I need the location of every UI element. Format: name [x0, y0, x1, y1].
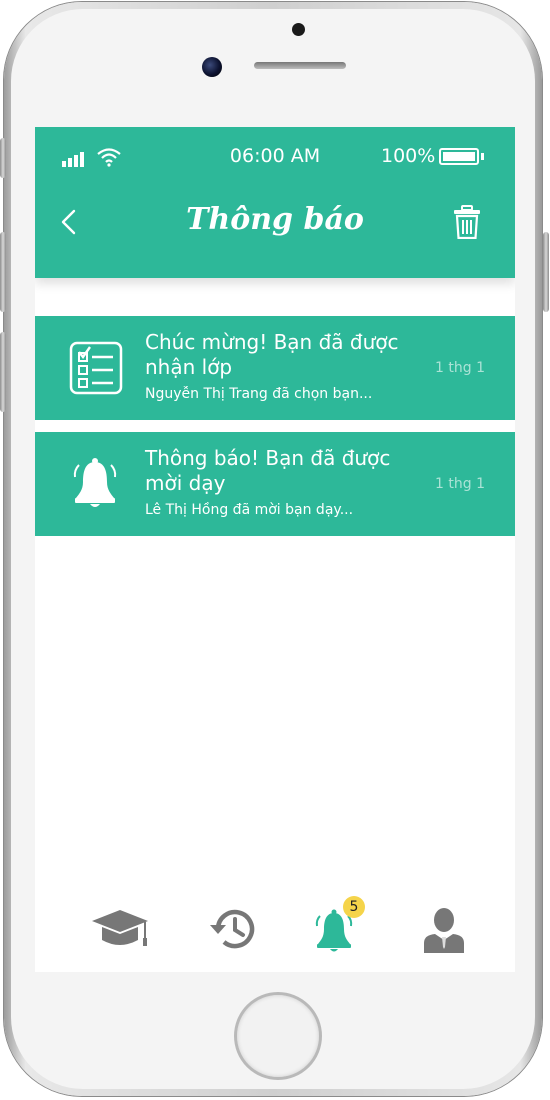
checklist-icon	[69, 341, 123, 395]
graduation-cap-icon	[92, 910, 148, 946]
notification-badge: 5	[343, 896, 365, 918]
notification-subtitle: Lê Thị Hồng đã mời bạn dạy...	[145, 502, 354, 518]
notification-item[interactable]: Chúc mừng! Bạn đã được nhận lớp Nguyễn T…	[35, 316, 515, 420]
app-header: 06:00 AM 100% Thông báo	[35, 127, 515, 278]
bell-ringing-icon	[73, 458, 117, 507]
tab-profile[interactable]	[409, 907, 479, 957]
battery-icon	[439, 148, 479, 165]
status-time: 06:00 AM	[229, 145, 321, 167]
notification-title: Chúc mừng! Bạn đã được nhận lớp	[145, 330, 399, 379]
chevron-left-icon[interactable]	[55, 207, 85, 237]
app-screen: 06:00 AM 100% Thông báo Chúc mừng! Bạn đ…	[35, 127, 515, 972]
volume-down-button	[0, 332, 6, 412]
notification-time: 1 thg 1	[435, 360, 485, 376]
signal-icon	[62, 151, 92, 167]
volume-up-button	[0, 232, 6, 312]
notification-title: Thông báo! Bạn đã được mời dạy	[145, 446, 391, 495]
nav-bar: Thông báo	[35, 187, 515, 277]
tab-history[interactable]	[198, 907, 268, 957]
tab-classes[interactable]	[85, 907, 155, 957]
wifi-icon	[97, 148, 121, 167]
history-icon	[210, 909, 255, 949]
battery-fill	[443, 152, 475, 161]
page-title: Thông báo	[186, 202, 364, 237]
mute-switch	[0, 138, 6, 178]
trash-icon[interactable]	[453, 205, 481, 239]
bottom-tab-bar	[35, 897, 515, 972]
notification-time: 1 thg 1	[435, 476, 485, 492]
power-button	[543, 232, 549, 312]
earpiece-speaker	[254, 62, 346, 69]
notification-item[interactable]: Thông báo! Bạn đã được mời dạy Lê Thị Hồ…	[35, 432, 515, 536]
battery-percent: 100%	[381, 145, 436, 167]
profile-icon	[424, 908, 464, 953]
proximity-sensor	[292, 23, 305, 36]
notification-subtitle: Nguyễn Thị Trang đã chọn bạn...	[145, 386, 373, 402]
status-bar: 06:00 AM 100%	[35, 127, 515, 187]
battery-tip	[481, 153, 484, 160]
home-button[interactable]	[234, 992, 322, 1080]
front-camera	[202, 57, 222, 77]
